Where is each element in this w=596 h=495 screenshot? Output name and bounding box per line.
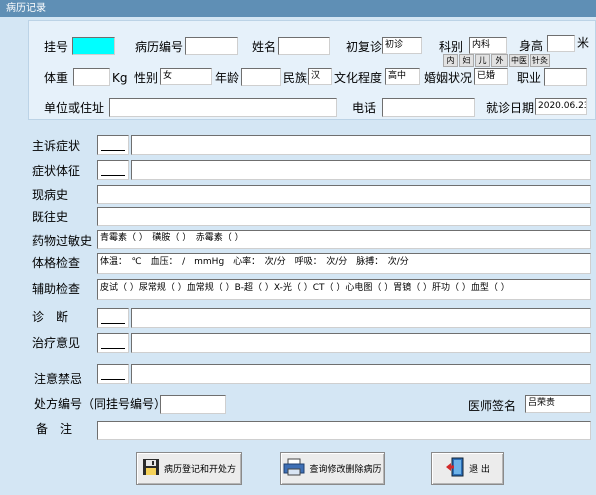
visit-type-label: 初复诊 <box>346 40 383 54</box>
diagnosis-input[interactable] <box>131 308 591 328</box>
prescription-no-input[interactable] <box>160 395 226 414</box>
past-history-input[interactable] <box>97 207 591 226</box>
visit-date-label: 就诊日期 <box>486 101 535 115</box>
window-title: 病历记录 <box>0 0 596 17</box>
query-record-button[interactable]: 查询修改删除病历 <box>280 452 385 485</box>
allergy-label: 药物过敏史 <box>32 234 93 248</box>
allergy-input[interactable]: 青霉素（ ） 磺胺（ ） 赤霉素（ ） <box>97 230 591 249</box>
remarks-label: 备 注 <box>36 422 73 436</box>
exit-label: 退 出 <box>469 465 490 475</box>
record-no-label: 病历编号 <box>135 40 184 54</box>
sex-select[interactable]: 女 <box>160 68 212 85</box>
sex-label: 性别 <box>134 71 159 85</box>
ethnicity-select[interactable]: 汉 <box>308 68 332 85</box>
doctor-sign-label: 医师签名 <box>468 399 517 413</box>
chief-complaint-input[interactable] <box>131 135 591 155</box>
remarks-input[interactable] <box>97 421 591 440</box>
weight-input[interactable] <box>73 68 110 86</box>
dept-option-internal[interactable]: 内 <box>443 54 458 67</box>
treatment-label: 治疗意见 <box>32 336 81 350</box>
reg-no-input[interactable] <box>72 37 115 55</box>
dept-label: 科别 <box>439 40 464 54</box>
occupation-input[interactable] <box>544 68 587 86</box>
education-label: 文化程度 <box>334 71 383 85</box>
dept-option-gynecology[interactable]: 妇 <box>459 54 474 67</box>
dept-option-pediatrics[interactable]: 儿 <box>475 54 490 67</box>
exit-button[interactable]: 退 出 <box>431 452 504 485</box>
treatment-input[interactable] <box>131 333 591 353</box>
aux-exam-input[interactable]: 皮试（ ）尿常规（ ）血常规（ ）B-超（ ）X-光（ ）CT（ ）心电图（ ）… <box>97 279 591 300</box>
doctor-sign-input[interactable]: 吕荣贵 <box>525 395 591 413</box>
chief-complaint-label: 主诉症状 <box>32 139 81 153</box>
height-input[interactable] <box>547 35 575 52</box>
floppy-disk-icon <box>142 458 160 479</box>
visit-date-input[interactable]: 2020.06.23 <box>535 98 587 115</box>
name-label: 姓名 <box>252 40 277 54</box>
aux-exam-label: 辅助检查 <box>32 282 81 296</box>
education-select[interactable]: 高中 <box>385 68 420 85</box>
diagnosis-label: 诊 断 <box>32 310 69 324</box>
chief-complaint-code[interactable] <box>97 135 129 155</box>
printer-icon <box>283 458 305 479</box>
treatment-code[interactable] <box>97 333 129 353</box>
save-record-button[interactable]: 病历登记和开处方 <box>136 452 242 485</box>
age-input[interactable] <box>241 68 281 86</box>
age-label: 年龄 <box>215 71 240 85</box>
past-history-label: 既往史 <box>32 210 69 224</box>
precautions-input[interactable] <box>131 364 591 384</box>
weight-label: 体重 <box>44 71 69 85</box>
visit-type-select[interactable]: 初诊 <box>382 37 422 54</box>
save-record-label: 病历登记和开处方 <box>163 465 236 475</box>
ethnicity-label: 民族 <box>283 71 308 85</box>
dept-select[interactable]: 内科 <box>469 37 507 54</box>
record-no-input[interactable] <box>185 37 238 55</box>
symptoms-input[interactable] <box>131 160 591 180</box>
present-history-input[interactable] <box>97 185 591 204</box>
dept-option-acupuncture[interactable]: 针灸 <box>530 54 550 67</box>
precautions-code[interactable] <box>97 364 129 384</box>
dept-option-tcm[interactable]: 中医 <box>509 54 529 67</box>
precautions-label: 注意禁忌 <box>34 372 83 386</box>
name-input[interactable] <box>278 37 330 55</box>
marital-label: 婚姻状况 <box>424 71 473 85</box>
physical-exam-input[interactable]: 体温： ℃ 血压： / mmHg 心率： 次/分 呼吸： 次/分 脉搏： 次/分 <box>97 253 591 274</box>
phone-label: 电话 <box>352 101 377 115</box>
phone-input[interactable] <box>382 98 475 117</box>
height-unit: 米 <box>577 36 590 50</box>
exit-door-icon <box>445 457 465 480</box>
address-input[interactable] <box>109 98 337 117</box>
query-record-label: 查询修改删除病历 <box>309 465 382 475</box>
marital-select[interactable]: 已婚 <box>474 68 508 85</box>
diagnosis-code[interactable] <box>97 308 129 328</box>
occupation-label: 职业 <box>517 71 542 85</box>
dept-option-surgery[interactable]: 外 <box>491 54 508 67</box>
physical-exam-label: 体格检查 <box>32 256 81 270</box>
prescription-no-label: 处方编号（同挂号编号） <box>34 397 167 411</box>
address-label: 单位或住址 <box>44 101 105 115</box>
present-history-label: 现病史 <box>32 188 69 202</box>
symptoms-label: 症状体征 <box>32 164 81 178</box>
height-label: 身高 <box>519 39 544 53</box>
symptoms-code[interactable] <box>97 160 129 180</box>
reg-no-label: 挂号 <box>44 40 69 54</box>
weight-unit: Kg <box>112 71 128 85</box>
